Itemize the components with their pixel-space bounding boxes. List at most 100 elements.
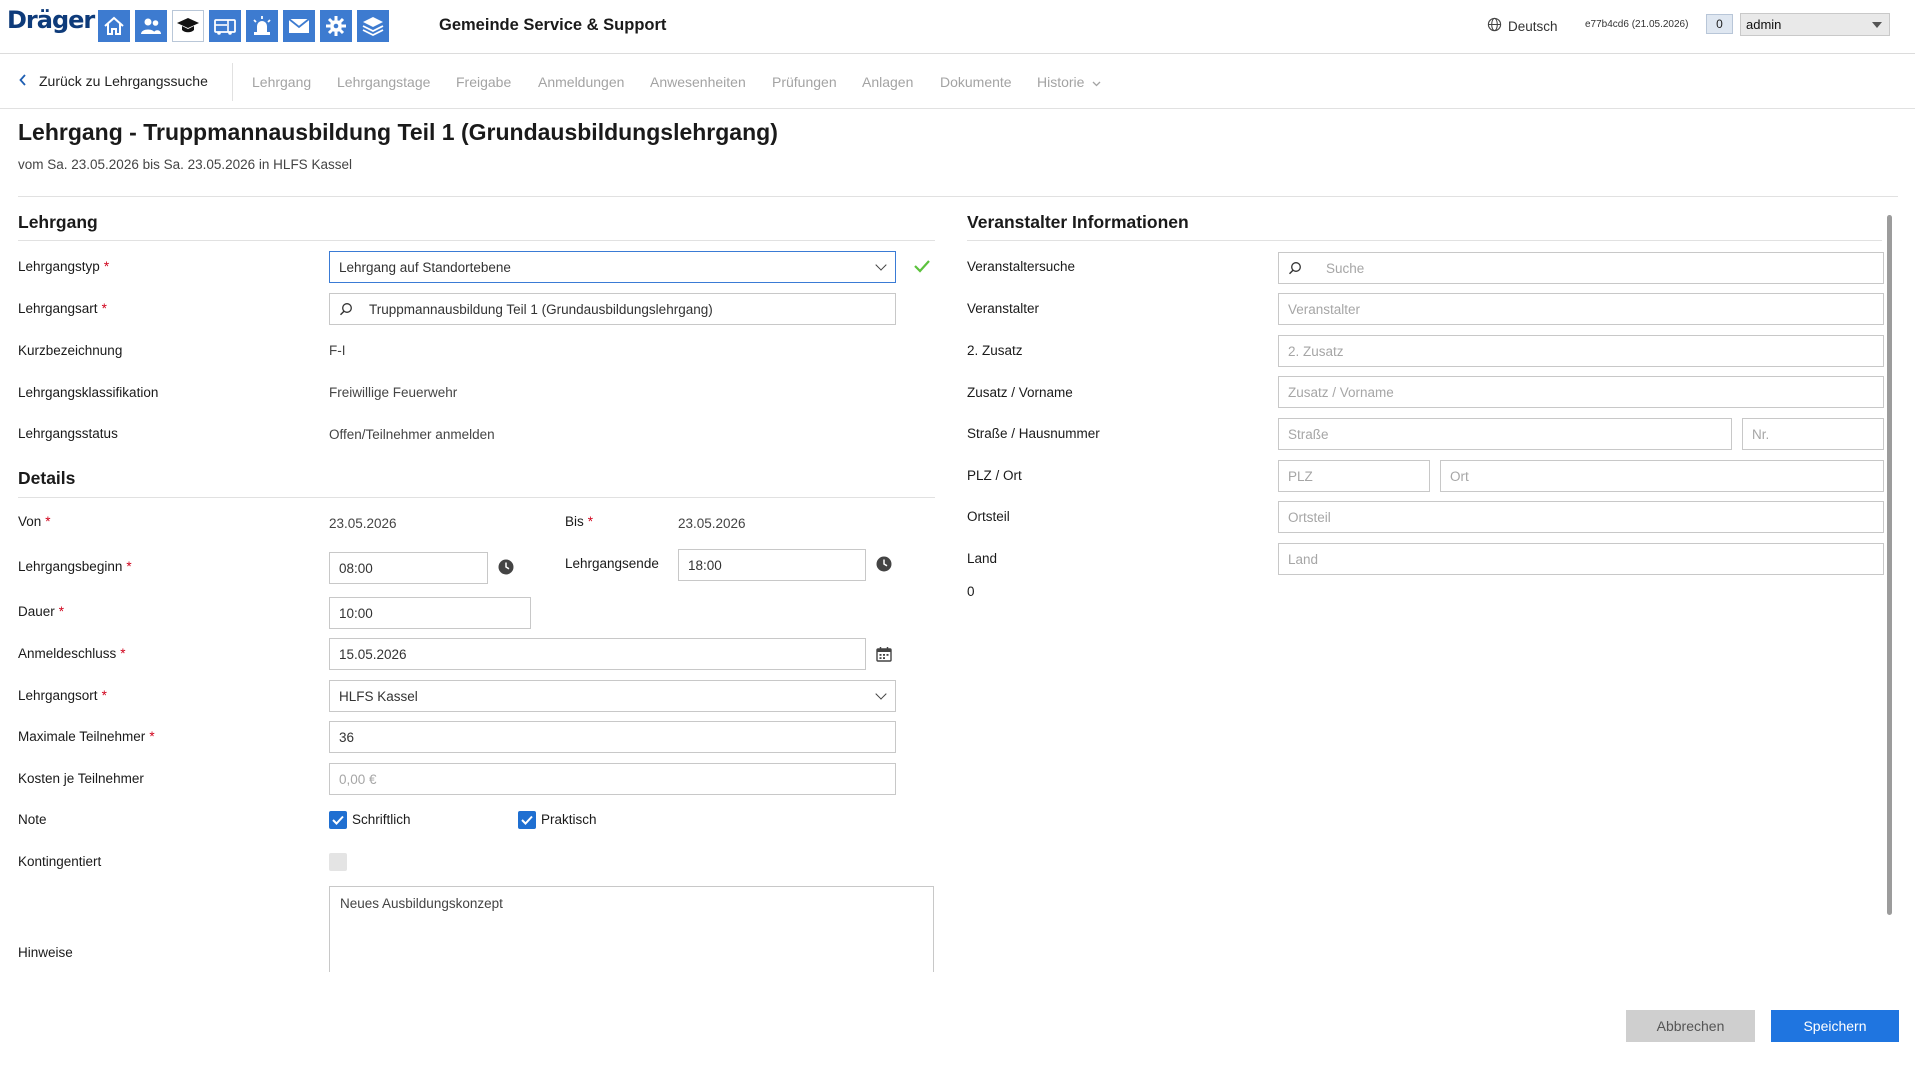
top-header: Dräger Gemeinde Service & Support Deutsc… — [0, 0, 1915, 54]
lehrgangsbeginn-label: Lehrgangsbeginn * — [18, 559, 132, 574]
section-divider — [18, 497, 935, 498]
tab-separator — [232, 63, 233, 101]
user-name: admin — [1746, 17, 1782, 32]
tab-dokumente[interactable]: Dokumente — [940, 74, 1012, 90]
lehrgangsort-value: HLFS Kassel — [339, 688, 418, 704]
lehrgangstyp-label: Lehrgangstyp * — [18, 259, 110, 274]
veranstaltersuche-label: Veranstaltersuche — [967, 259, 1076, 274]
calendar-icon[interactable] — [876, 646, 892, 665]
globe-icon — [1487, 17, 1502, 35]
draeger-logo[interactable]: Dräger — [7, 6, 95, 34]
user-dropdown[interactable]: admin — [1740, 13, 1890, 36]
alarm-light-icon[interactable] — [246, 10, 278, 42]
zusatz-vorname-label: Zusatz / Vorname — [967, 385, 1073, 400]
lehrgangsklassifikation-value: Freiwillige Feuerwehr — [329, 385, 458, 400]
lehrgangsort-label: Lehrgangsort * — [18, 688, 107, 703]
lehrgangsstatus-label: Lehrgangsstatus — [18, 426, 118, 441]
tab-historie[interactable]: Historie — [1037, 74, 1101, 90]
von-label: Von * — [18, 514, 51, 529]
plz-ort-label: PLZ / Ort — [967, 468, 1022, 483]
zusatz-vorname-input[interactable]: Zusatz / Vorname — [1278, 376, 1884, 408]
fire-truck-icon[interactable] — [209, 10, 241, 42]
bis-value: 23.05.2026 — [678, 516, 746, 531]
ortsteil-label: Ortsteil — [967, 509, 1010, 524]
tab-pruefungen[interactable]: Prüfungen — [772, 74, 837, 90]
lehrgangstyp-select[interactable]: Lehrgang auf Standortebene — [329, 251, 896, 283]
veranstaltersuche-placeholder: Suche — [1326, 260, 1365, 276]
veranstalter-input[interactable]: Veranstalter — [1278, 293, 1884, 325]
land-label: Land — [967, 551, 998, 566]
divider — [18, 196, 1898, 197]
veranstalter-label: Veranstalter — [967, 301, 1040, 316]
anmeldeschluss-input[interactable]: 15.05.2026 — [329, 638, 866, 670]
chevron-down-icon — [875, 688, 887, 700]
anmeldeschluss-label: Anmeldeschluss * — [18, 646, 126, 661]
note-label: Note — [18, 812, 47, 827]
kosten-input[interactable]: 0,00 € — [329, 763, 896, 795]
version-label: e77b4cd6 (21.05.2026) — [1585, 19, 1689, 30]
search-icon — [1288, 261, 1302, 275]
clock-icon[interactable] — [498, 559, 514, 578]
section-divider — [967, 240, 1882, 241]
plz-input[interactable]: PLZ — [1278, 460, 1430, 492]
search-icon — [339, 302, 353, 316]
tab-anwesenheiten[interactable]: Anwesenheiten — [650, 74, 746, 90]
caret-down-icon — [1872, 22, 1882, 28]
tab-freigabe[interactable]: Freigabe — [456, 74, 511, 90]
hinweise-textarea[interactable]: Neues Ausbildungskonzept — [329, 886, 934, 972]
lehrgangsart-search-field[interactable]: Truppmannausbildung Teil 1 (Grundausbild… — [329, 293, 896, 325]
layers-icon[interactable] — [357, 10, 389, 42]
graduation-cap-icon[interactable] — [172, 10, 204, 42]
mail-icon[interactable] — [283, 10, 315, 42]
schriftlich-checkbox[interactable] — [329, 811, 347, 829]
chevron-left-icon — [19, 73, 27, 89]
ortsteil-input[interactable]: Ortsteil — [1278, 501, 1884, 533]
scrollbar[interactable] — [1887, 215, 1892, 915]
tab-lehrgangstage[interactable]: Lehrgangstage — [337, 74, 430, 90]
dauer-label: Dauer * — [18, 604, 65, 619]
von-value: 23.05.2026 — [329, 516, 397, 531]
lehrgangsstatus-value: Offen/Teilnehmer anmelden — [329, 427, 495, 442]
tab-anlagen[interactable]: Anlagen — [862, 74, 913, 90]
lehrgangsart-label: Lehrgangsart * — [18, 301, 107, 316]
gear-icon[interactable] — [320, 10, 352, 42]
tab-anmeldungen[interactable]: Anmeldungen — [538, 74, 624, 90]
lehrgangstyp-value: Lehrgang auf Standortebene — [339, 259, 511, 275]
home-icon[interactable] — [98, 10, 130, 42]
save-button[interactable]: Speichern — [1771, 1010, 1899, 1042]
kontingentiert-label: Kontingentiert — [18, 854, 102, 869]
max-teilnehmer-input[interactable]: 36 — [329, 721, 896, 753]
lehrgangsende-input[interactable]: 18:00 — [678, 549, 866, 581]
back-link-label: Zurück zu Lehrgangssuche — [39, 73, 208, 89]
check-icon — [913, 258, 931, 277]
clock-icon[interactable] — [876, 556, 892, 575]
praktisch-label: Praktisch — [541, 812, 597, 827]
veranstaltersuche-input[interactable]: Suche — [1278, 252, 1884, 284]
cancel-button[interactable]: Abbrechen — [1626, 1010, 1755, 1042]
tab-bar: Zurück zu Lehrgangssuche Lehrgang Lehrga… — [0, 55, 1915, 109]
users-icon[interactable] — [135, 10, 167, 42]
lehrgangsort-select[interactable]: HLFS Kassel — [329, 680, 896, 712]
language-label: Deutsch — [1508, 18, 1558, 34]
bis-label: Bis * — [565, 514, 594, 529]
chevron-down-icon — [875, 259, 887, 271]
lehrgangsbeginn-input[interactable]: 08:00 — [329, 552, 488, 584]
section-title-veranstalter: Veranstalter Informationen — [967, 212, 1189, 232]
back-to-search-link[interactable]: Zurück zu Lehrgangssuche — [19, 73, 208, 89]
kontingentiert-checkbox[interactable] — [329, 853, 347, 871]
praktisch-checkbox[interactable] — [518, 811, 536, 829]
zusatz2-input[interactable]: 2. Zusatz — [1278, 335, 1884, 367]
language-selector[interactable]: Deutsch — [1487, 17, 1558, 35]
page-title: Lehrgang - Truppmannausbildung Teil 1 (G… — [18, 119, 778, 145]
kurzbezeichnung-value: F-I — [329, 343, 346, 358]
lehrgangsart-value: Truppmannausbildung Teil 1 (Grundausbild… — [369, 301, 713, 317]
strasse-input[interactable]: Straße — [1278, 418, 1732, 450]
lehrgangsklassifikation-label: Lehrgangsklassifikation — [18, 385, 159, 400]
land-input[interactable]: Land — [1278, 543, 1884, 575]
notification-badge[interactable]: 0 — [1706, 14, 1733, 34]
dauer-input[interactable]: 10:00 — [329, 597, 531, 629]
schriftlich-label: Schriftlich — [352, 812, 411, 827]
ort-input[interactable]: Ort — [1440, 460, 1884, 492]
hausnummer-input[interactable]: Nr. — [1742, 418, 1884, 450]
tab-lehrgang[interactable]: Lehrgang — [252, 74, 311, 90]
